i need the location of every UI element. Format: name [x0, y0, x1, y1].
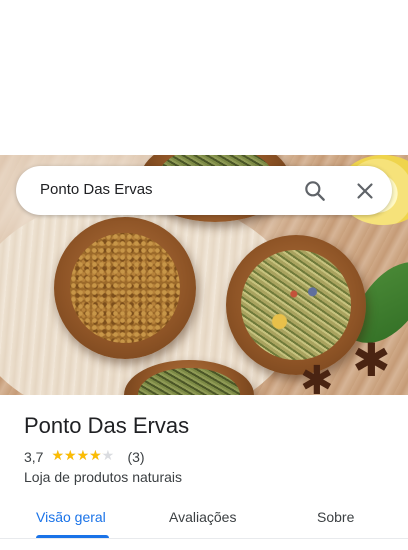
tab-about[interactable]: Sobre	[317, 509, 354, 525]
star-rating: ★★★★★ ★★★★★	[51, 448, 121, 464]
rating-value: 3,7	[24, 449, 44, 465]
rating-row[interactable]: 3,7 ★★★★★ ★★★★★ (3)	[24, 448, 145, 466]
place-tabs: Visão geral Avaliações Sobre	[0, 495, 408, 540]
place-category[interactable]: Loja de produtos naturais	[24, 469, 182, 485]
search-icon[interactable]	[302, 178, 328, 204]
star-anise-icon: ✱	[352, 334, 391, 386]
close-icon[interactable]	[352, 178, 378, 204]
tabs-divider	[0, 538, 408, 539]
search-query[interactable]: Ponto Das Ervas	[40, 181, 153, 198]
search-bar[interactable]: Ponto Das Ervas	[16, 166, 392, 215]
place-info: Ponto Das Ervas 3,7 ★★★★★ ★★★★★ (3) Loja…	[24, 408, 394, 485]
star-icon: ★★★★★	[51, 448, 103, 462]
place-title: Ponto Das Ervas	[24, 413, 190, 438]
blank-header-area	[0, 0, 408, 155]
tab-reviews[interactable]: Avaliações	[169, 509, 236, 525]
tab-overview[interactable]: Visão geral	[36, 509, 106, 525]
bowl-buckwheat	[54, 217, 196, 359]
bowl-herbal-tea	[226, 235, 366, 375]
star-anise-icon: ✱	[300, 359, 334, 395]
review-count[interactable]: (3)	[127, 449, 144, 465]
